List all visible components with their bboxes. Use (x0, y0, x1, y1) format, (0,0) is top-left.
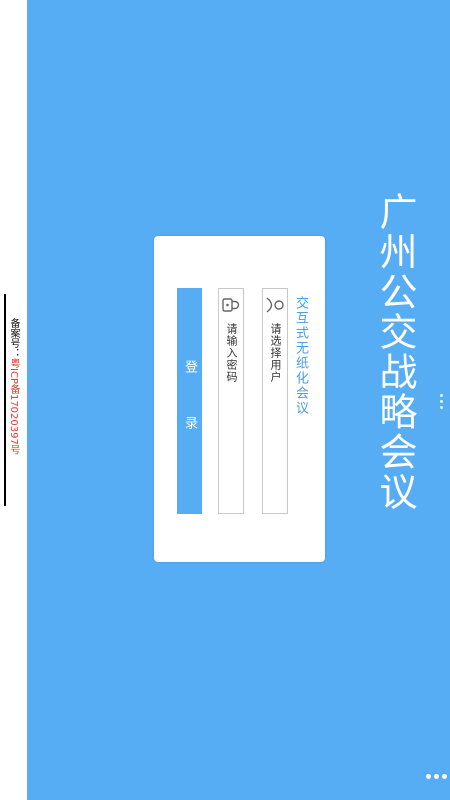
login-button-label: 登 录 (182, 359, 197, 443)
icp-record[interactable]: 备案号：粤ICP备17020397号 (8, 318, 19, 455)
more-dots-icon[interactable] (426, 774, 447, 779)
login-button[interactable]: 登 录 (177, 288, 202, 514)
left-strip: 备案号：粤ICP备17020397号 (0, 0, 27, 800)
user-icon (266, 297, 284, 313)
icp-prefix: 备案号： (8, 318, 19, 358)
username-select[interactable]: 请选择用户 (262, 288, 288, 514)
password-field[interactable]: 请输入密码 (218, 288, 244, 514)
side-bar-line (4, 294, 6, 506)
username-placeholder: 请选择用户 (269, 323, 282, 383)
lock-icon (222, 298, 240, 312)
drag-handle-icon[interactable] (440, 394, 443, 409)
icp-number[interactable]: 粤ICP备17020397号 (8, 358, 19, 455)
app-title: 广州公交战略会议 (373, 192, 417, 512)
login-card: 交互式无纸化会议 请选择用户 请输入密码 登 录 (154, 236, 325, 562)
login-subtitle: 交互式无纸化会议 (293, 296, 308, 416)
password-placeholder: 请输入密码 (225, 323, 238, 383)
